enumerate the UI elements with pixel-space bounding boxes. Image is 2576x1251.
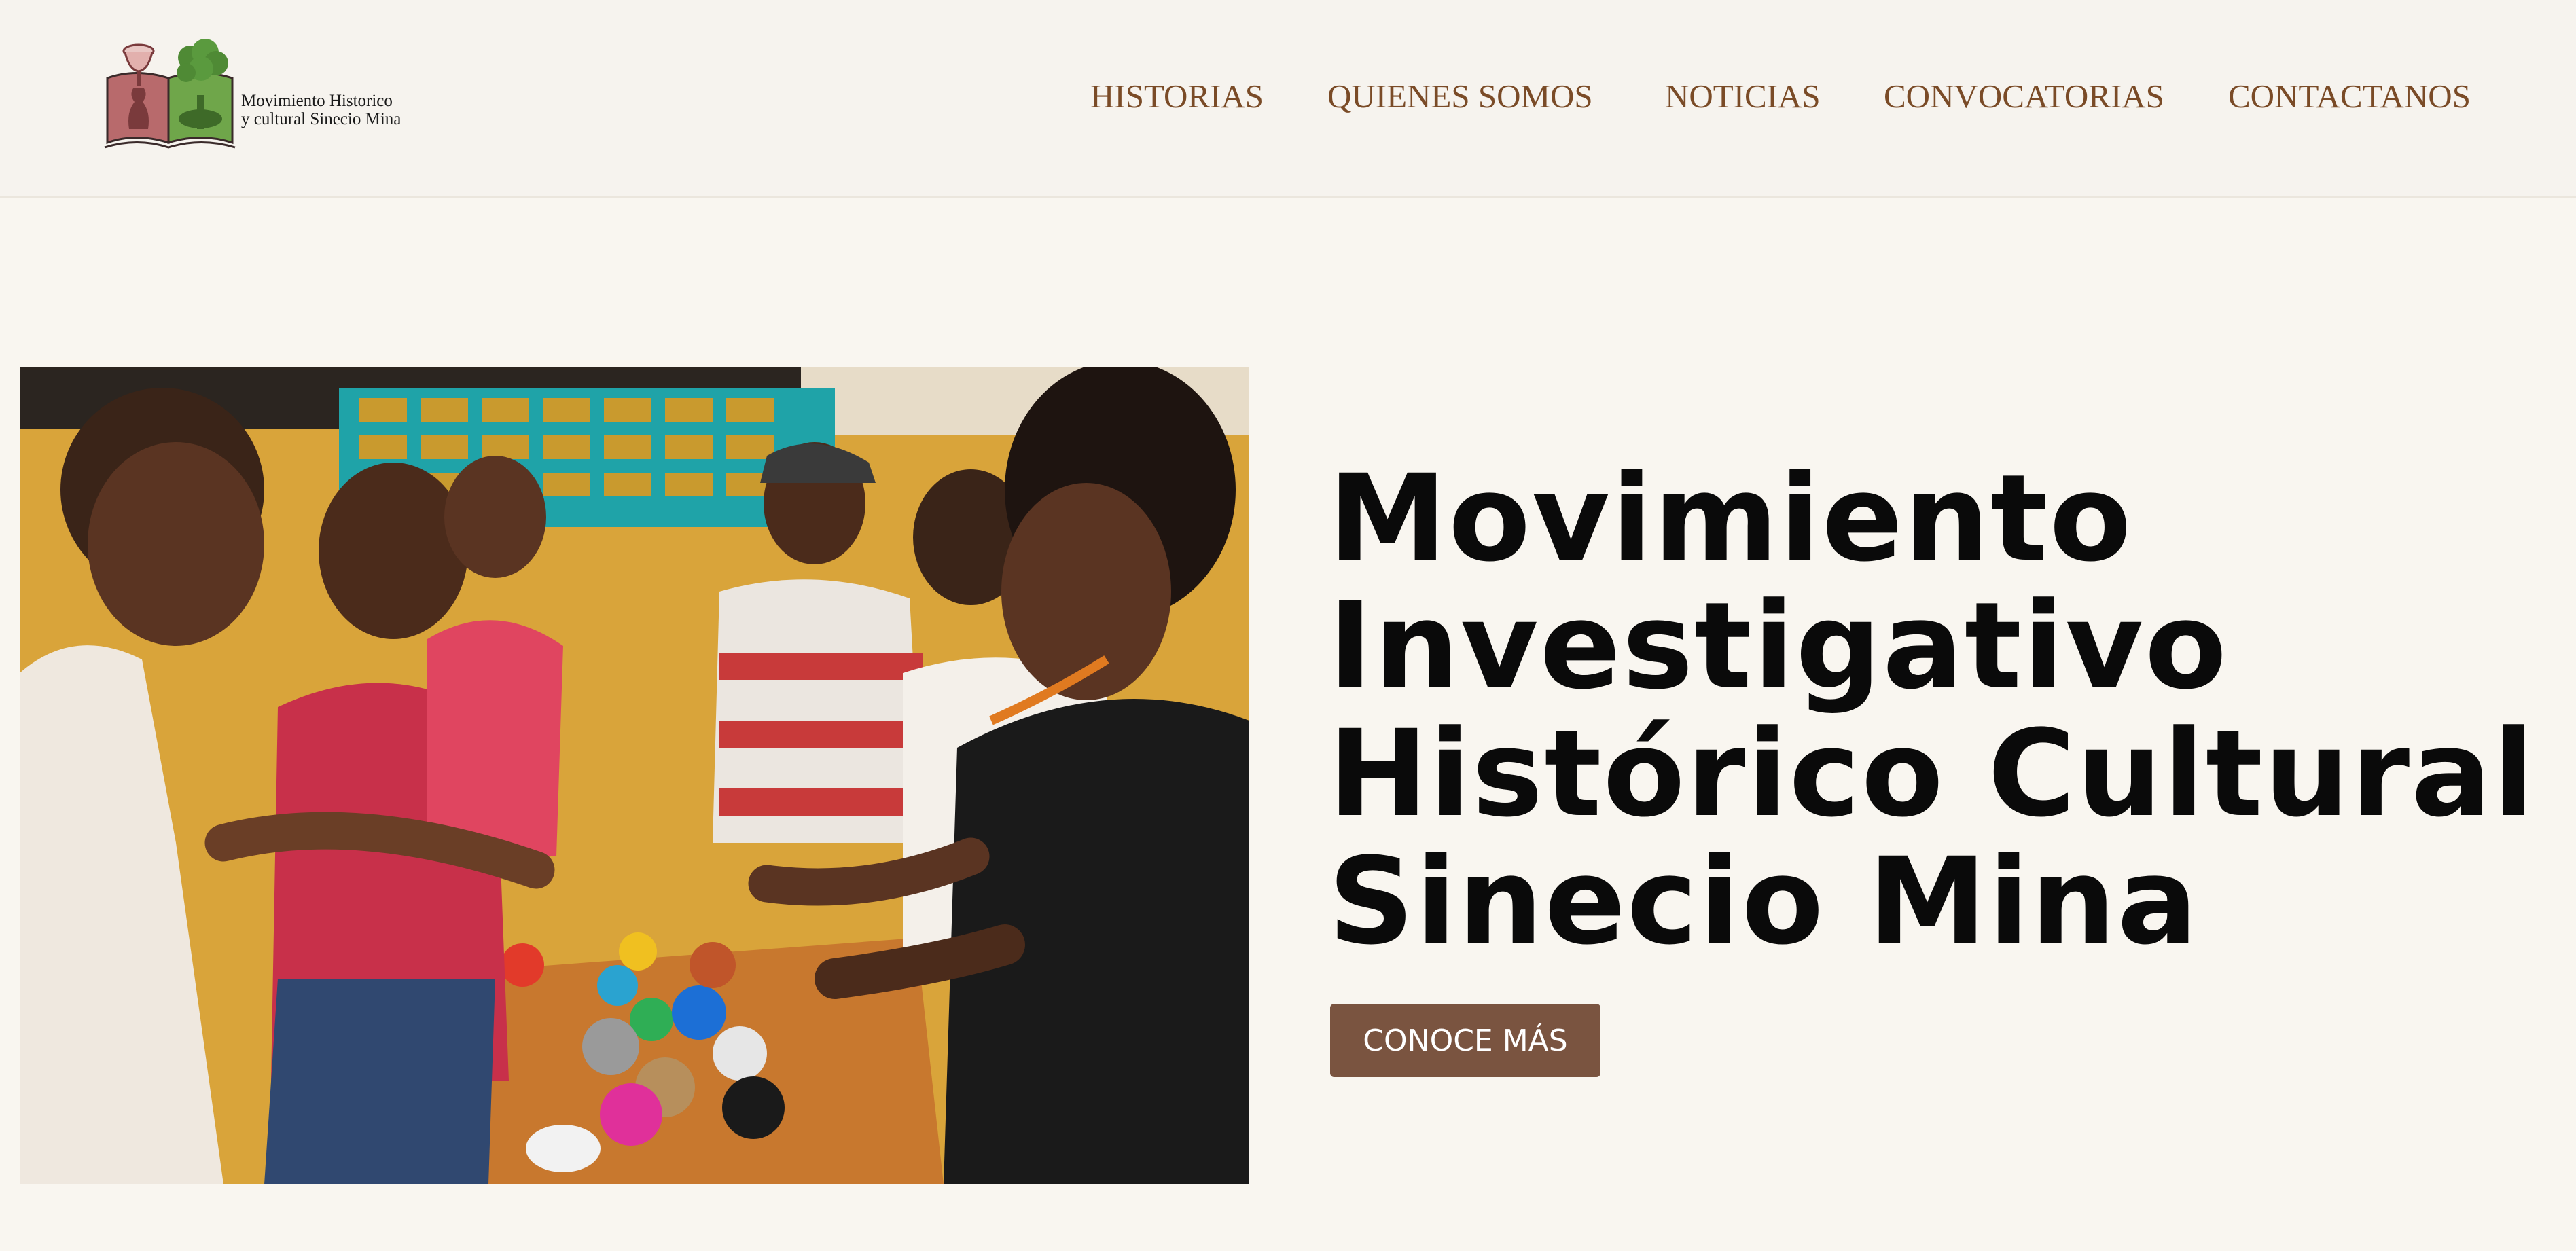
logo-book-tree-icon	[104, 39, 236, 149]
site-header: Movimiento Historico y cultural Sinecio …	[0, 0, 2576, 198]
hero-title-line-2: Investigativo	[1328, 577, 2228, 716]
nav-item-convocatorias[interactable]: CONVOCATORIAS	[1884, 76, 2164, 117]
conoce-mas-button[interactable]: CONOCE MÁS	[1330, 1004, 1600, 1077]
hero-title-line-1: Movimiento	[1328, 449, 2133, 588]
hero-title-line-4: Sinecio Mina	[1328, 832, 2200, 971]
nav-item-contactanos[interactable]: CONTACTANOS	[2228, 76, 2471, 117]
nav-item-quienes-somos[interactable]: QUIENES SOMOS	[1327, 76, 1593, 117]
logo-line-1: Movimiento Historico	[241, 92, 393, 110]
main-nav: HISTORIAS QUIENES SOMOS NOTICIAS CONVOCA…	[1073, 76, 2480, 117]
logo-text: Movimiento Historico y cultural Sinecio …	[241, 92, 425, 128]
logo-line-2: y cultural Sinecio Mina	[241, 110, 401, 128]
site-logo[interactable]: Movimiento Historico y cultural Sinecio …	[102, 37, 421, 156]
hero-title-line-3: Histórico Cultural	[1328, 704, 2536, 844]
hero-title: Movimiento Investigativo Histórico Cultu…	[1328, 455, 2537, 966]
nav-item-historias[interactable]: HISTORIAS	[1090, 76, 1264, 117]
hero-photo-illustration	[20, 367, 1249, 1184]
nav-item-noticias[interactable]: NOTICIAS	[1665, 76, 1821, 117]
hero-photo	[20, 367, 1249, 1184]
